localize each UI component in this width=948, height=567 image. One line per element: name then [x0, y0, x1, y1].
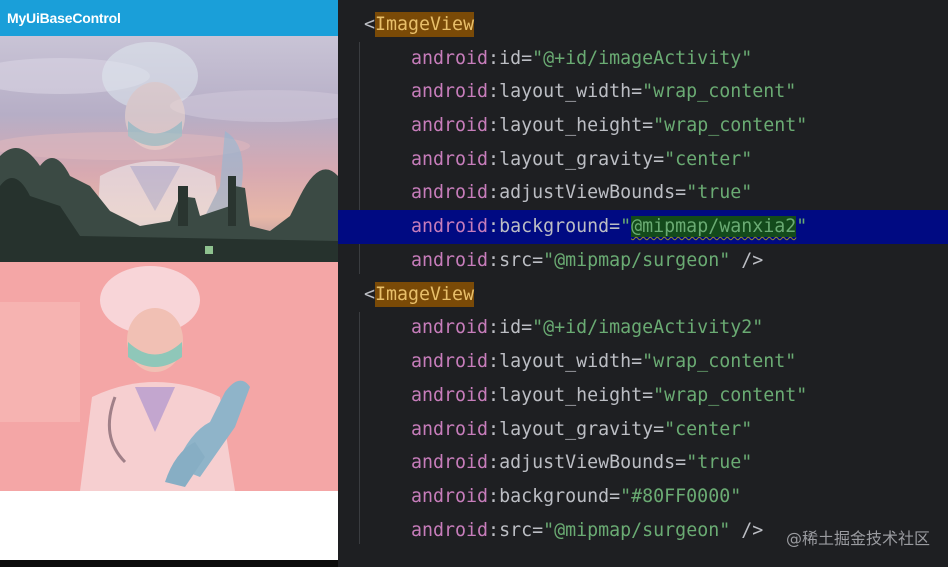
code-line-2[interactable]: android:id="@+id/imageActivity" — [338, 42, 948, 76]
attr-name: layout_width — [499, 351, 632, 372]
attr-name: adjustViewBounds — [499, 182, 676, 203]
attr-namespace: android — [411, 486, 489, 507]
attr-namespace: android — [411, 385, 489, 406]
attr-value: "@+id/imageActivity" — [532, 48, 753, 69]
attr-value: "wrap_content" — [653, 115, 808, 136]
attr-namespace: android — [411, 351, 489, 372]
attr-name: src — [499, 250, 533, 271]
attr-namespace: android — [411, 520, 489, 541]
code-line-10[interactable]: android:id="@+id/imageActivity2" — [338, 311, 948, 345]
code-line-12[interactable]: android:layout_height="wrap_content" — [338, 379, 948, 413]
attr-value: "center" — [664, 149, 753, 170]
tag-self-close: /> — [730, 520, 764, 541]
tag-open-bracket: < — [364, 14, 376, 35]
tag-self-close: /> — [730, 250, 764, 271]
attr-value: "wrap_content" — [642, 81, 797, 102]
attr-name: layout_gravity — [499, 149, 654, 170]
attr-value: "wrap_content" — [653, 385, 808, 406]
image-surgeon-tinted — [0, 262, 338, 491]
code-line-11[interactable]: android:layout_width="wrap_content" — [338, 345, 948, 379]
attr-name: layout_width — [499, 81, 632, 102]
watermark-text: @稀土掘金技术社区 — [785, 529, 930, 548]
code-line-8[interactable]: android:src="@mipmap/surgeon" /> — [338, 244, 948, 278]
attr-name: layout_height — [499, 115, 643, 136]
attr-name: adjustViewBounds — [499, 452, 676, 473]
image-view-surgeon-on-sunset[interactable] — [0, 36, 338, 262]
attr-name: background — [499, 486, 610, 507]
attr-value: "@mipmap/surgeon" — [543, 520, 731, 541]
code-line-9[interactable]: <ImageView — [338, 278, 948, 312]
xml-code-editor[interactable]: <ImageView android:id="@+id/imageActivit… — [338, 0, 948, 567]
attr-value-highlighted-match: @mipmap/wanxia2 — [631, 216, 797, 237]
code-line-6[interactable]: android:adjustViewBounds="true" — [338, 176, 948, 210]
code-line-7-selected[interactable]: android:background="@mipmap/wanxia2" — [338, 210, 948, 244]
attr-value-quote-open: " — [620, 216, 632, 237]
attr-namespace: android — [411, 149, 489, 170]
attr-namespace: android — [411, 48, 489, 69]
attr-value: "@mipmap/surgeon" — [543, 250, 731, 271]
code-line-14[interactable]: android:adjustViewBounds="true" — [338, 446, 948, 480]
image-view-surgeon-red-tint[interactable] — [0, 262, 338, 491]
attr-value: "true" — [686, 182, 753, 203]
app-title: MyUiBaseControl — [7, 10, 121, 26]
code-line-1[interactable]: <ImageView — [338, 8, 948, 42]
tag-open-bracket: < — [364, 284, 376, 305]
tag-name-imageview: ImageView — [375, 282, 475, 307]
attr-namespace: android — [411, 452, 489, 473]
attr-value: "#80FF0000" — [620, 486, 742, 507]
attr-value: "@+id/imageActivity2" — [532, 317, 764, 338]
code-line-15[interactable]: android:background="#80FF0000" — [338, 480, 948, 514]
code-line-3[interactable]: android:layout_width="wrap_content" — [338, 75, 948, 109]
attr-name: src — [499, 520, 533, 541]
attr-name: background — [499, 216, 610, 237]
device-preview: MyUiBaseControl — [0, 0, 338, 567]
image-surgeon-sunset — [0, 36, 338, 262]
attr-namespace: android — [411, 182, 489, 203]
code-line-13[interactable]: android:layout_gravity="center" — [338, 413, 948, 447]
attr-namespace: android — [411, 216, 489, 237]
attr-name: layout_height — [499, 385, 643, 406]
attr-namespace: android — [411, 81, 489, 102]
attr-name: id — [499, 48, 522, 69]
attr-value: "center" — [664, 419, 753, 440]
attr-namespace: android — [411, 317, 489, 338]
navigation-bar-edge — [0, 560, 338, 567]
code-line-5[interactable]: android:layout_gravity="center" — [338, 143, 948, 177]
attr-namespace: android — [411, 115, 489, 136]
attr-value: "wrap_content" — [642, 351, 797, 372]
app-bar: MyUiBaseControl — [0, 0, 338, 36]
attr-name: layout_gravity — [499, 419, 654, 440]
attr-value: "true" — [686, 452, 753, 473]
code-line-4[interactable]: android:layout_height="wrap_content" — [338, 109, 948, 143]
attr-namespace: android — [411, 419, 489, 440]
attr-namespace: android — [411, 250, 489, 271]
tag-name-imageview: ImageView — [375, 12, 475, 37]
attr-name: id — [499, 317, 522, 338]
attr-value-quote-close: " — [796, 216, 808, 237]
